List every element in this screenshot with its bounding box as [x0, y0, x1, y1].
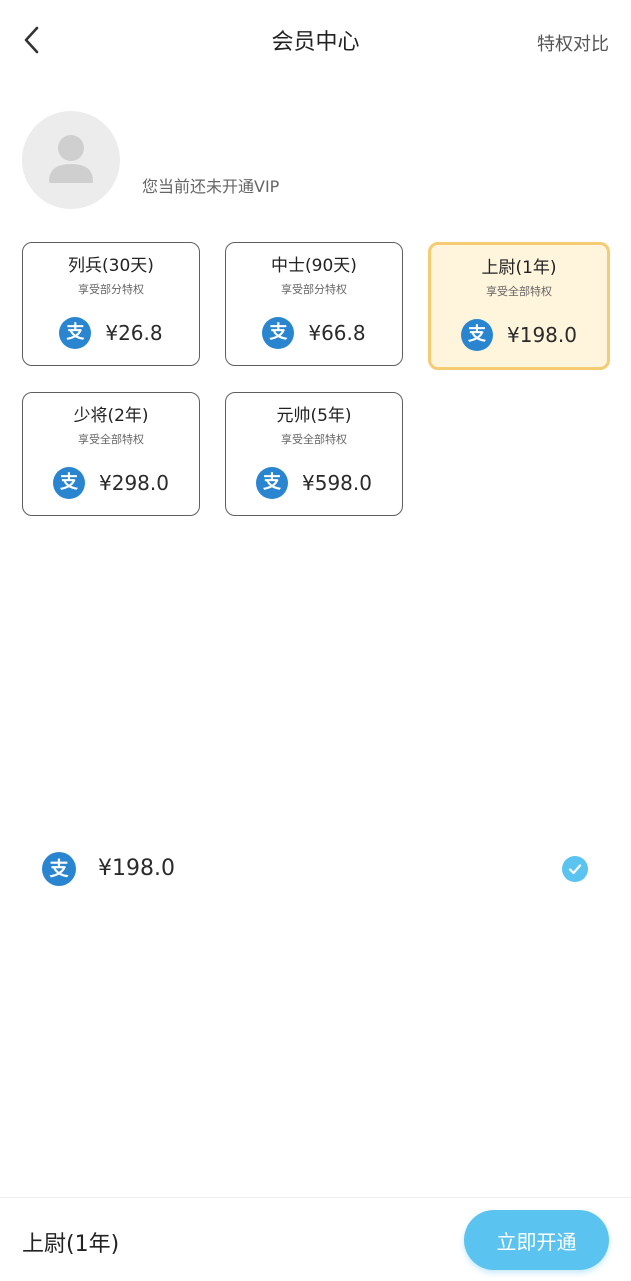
- payment-amount: ¥198.0: [98, 856, 175, 881]
- plan-price-row: 支 ¥298.0: [23, 467, 199, 499]
- plan-card-marshal[interactable]: 元帅(5年) 享受全部特权 支 ¥598.0: [225, 392, 403, 516]
- vip-status-text: 您当前还未开通VIP: [142, 177, 280, 196]
- payment-method-alipay[interactable]: 支 ¥198.0: [40, 850, 592, 890]
- plan-desc: 享受部分特权: [78, 283, 144, 296]
- plan-price: ¥598.0: [302, 471, 372, 495]
- plan-price-row: 支 ¥198.0: [431, 319, 607, 351]
- plan-desc: 享受全部特权: [78, 433, 144, 446]
- check-icon: [562, 856, 588, 882]
- plan-price-row: 支 ¥26.8: [23, 317, 199, 349]
- plan-name: 元帅(5年): [276, 406, 352, 426]
- plan-card-captain[interactable]: 上尉(1年) 享受全部特权 支 ¥198.0: [428, 242, 610, 370]
- plan-name: 列兵(30天): [68, 256, 154, 276]
- plan-price: ¥66.8: [308, 321, 366, 345]
- plan-price-row: 支 ¥66.8: [226, 317, 402, 349]
- plan-card-major-general[interactable]: 少将(2年) 享受全部特权 支 ¥298.0: [22, 392, 200, 516]
- plan-name: 中士(90天): [271, 256, 357, 276]
- plan-price: ¥26.8: [105, 321, 163, 345]
- alipay-icon: 支: [59, 317, 92, 349]
- plan-price: ¥298.0: [99, 471, 169, 495]
- plan-desc: 享受部分特权: [281, 283, 347, 296]
- plan-name: 少将(2年): [73, 406, 149, 426]
- plan-desc: 享受全部特权: [281, 433, 347, 446]
- selected-plan-label: 上尉(1年): [22, 1232, 120, 1257]
- alipay-icon: 支: [42, 852, 76, 886]
- alipay-icon: 支: [256, 467, 288, 499]
- alipay-icon: 支: [53, 467, 85, 499]
- plan-price-row: 支 ¥598.0: [226, 467, 402, 499]
- plan-card-sergeant[interactable]: 中士(90天) 享受部分特权 支 ¥66.8: [225, 242, 403, 366]
- plan-name: 上尉(1年): [481, 258, 557, 278]
- plan-desc: 享受全部特权: [486, 285, 552, 298]
- avatar: [22, 111, 120, 209]
- plan-price: ¥198.0: [507, 323, 577, 347]
- alipay-icon: 支: [262, 317, 295, 349]
- plan-card-private[interactable]: 列兵(30天) 享受部分特权 支 ¥26.8: [22, 242, 200, 366]
- user-avatar-icon: [22, 135, 120, 209]
- header-bar: 会员中心 特权对比: [0, 0, 631, 82]
- privilege-compare-link[interactable]: 特权对比: [537, 30, 609, 56]
- alipay-icon: 支: [461, 319, 493, 351]
- bottom-bar: 上尉(1年) 立即开通: [0, 1197, 631, 1281]
- open-now-button[interactable]: 立即开通: [464, 1210, 609, 1270]
